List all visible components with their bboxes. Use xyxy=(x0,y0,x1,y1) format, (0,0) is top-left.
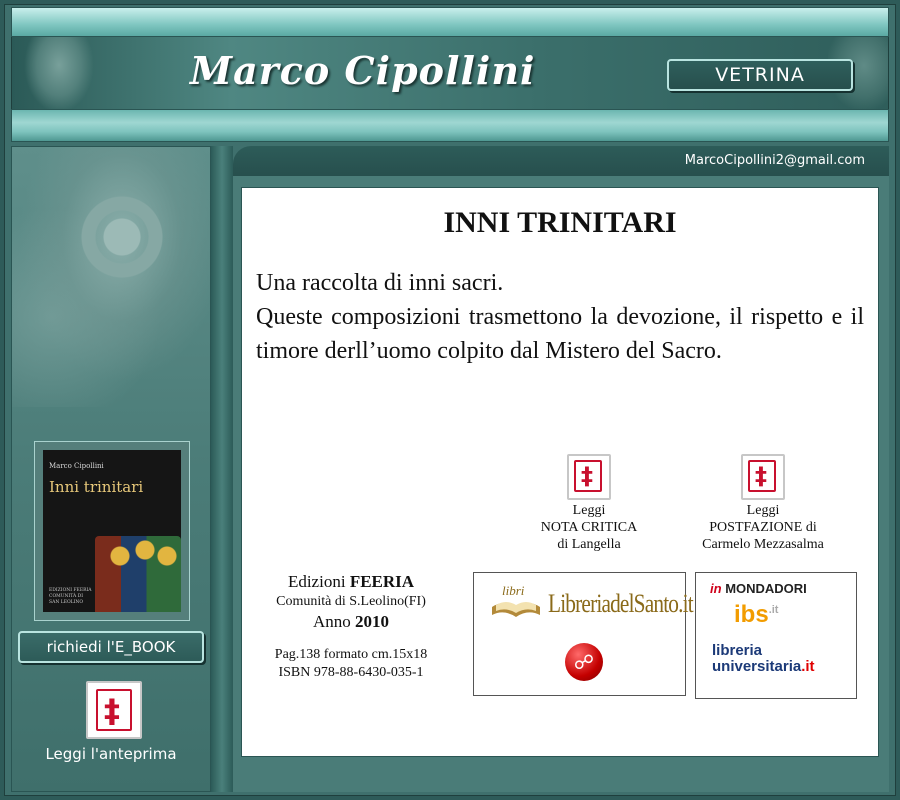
cover-author: Marco Cipollini xyxy=(49,462,104,470)
intro-line-2: Queste composizioni trasmettono la devoz… xyxy=(256,304,864,364)
publisher-prefix: Edizioni xyxy=(287,572,350,591)
libreria-del-santo-logo[interactable]: LibreriadelSanto.it xyxy=(548,589,694,619)
mondadori-logo[interactable]: in MONDADORI xyxy=(710,581,807,596)
flower-decoration xyxy=(12,147,210,407)
statue-decoration xyxy=(24,37,94,109)
postfazione-line-1: Leggi xyxy=(746,503,780,518)
nota-critica-line-1: Leggi xyxy=(572,503,606,518)
ibs-name: ibs xyxy=(734,601,769,628)
postfazione-line-3: Carmelo Mezzasalma xyxy=(702,537,824,552)
content-panel: INNI TRINITARI Una raccolta di inni sacr… xyxy=(241,187,879,757)
pdf-icon[interactable] xyxy=(567,454,611,500)
postfazione-line-2: POSTFAZIONE di xyxy=(709,520,817,535)
trinity-icon-image xyxy=(95,536,181,612)
sidebar-divider xyxy=(211,146,233,792)
intro-text: Una raccolta di inni sacri. Queste compo… xyxy=(256,266,864,368)
book-cover-frame[interactable]: Marco Cipollini Inni trinitari EDIZIONI … xyxy=(34,441,190,621)
header-top-stripe xyxy=(11,7,889,37)
header-bottom-stripe xyxy=(11,109,889,142)
ibs-suffix: .it xyxy=(768,604,779,616)
online-stores-box: in MONDADORI ibs.it libreria universitar… xyxy=(695,572,857,699)
nota-critica-link[interactable]: Leggi NOTA CRITICA di Langella xyxy=(504,454,674,553)
cover-title: Inni trinitari xyxy=(49,478,144,496)
libreria-del-santo-box[interactable]: libri LibreriadelSanto.it ☍ xyxy=(473,572,694,696)
year-prefix: Anno xyxy=(312,612,356,631)
santo-libri-label: libri xyxy=(502,583,525,598)
libreria-universitaria-line-2: universitaria xyxy=(712,658,802,675)
nota-critica-line-2: NOTA CRITICA xyxy=(540,520,638,535)
libreria-universitaria-logo[interactable]: libreria universitaria.it xyxy=(712,643,815,675)
publisher-info: Edizioni FEERIA Comunità di S.Leolino(FI… xyxy=(258,572,444,682)
page-title: INNI TRINITARI xyxy=(443,206,677,239)
mondadori-name: MONDADORI xyxy=(725,581,807,596)
mondadori-in: in xyxy=(710,581,722,596)
request-ebook-button[interactable]: richiedi l'E_BOOK xyxy=(18,631,204,663)
intro-line-1: Una raccolta di inni sacri. xyxy=(256,270,504,296)
publication-year: 2010 xyxy=(355,612,390,631)
nota-critica-line-3: di Langella xyxy=(557,537,621,552)
pdf-icon[interactable] xyxy=(86,681,142,739)
shopping-cart-icon[interactable]: ☍ xyxy=(565,643,603,681)
ibs-logo[interactable]: ibs.it xyxy=(734,601,778,629)
email-link[interactable]: MarcoCipollini2@gmail.com xyxy=(685,153,865,168)
vetrina-button[interactable]: VETRINA xyxy=(667,59,853,91)
preview-link[interactable]: Leggi l'anteprima xyxy=(18,745,204,763)
postfazione-link[interactable]: Leggi POSTFAZIONE di Carmelo Mezzasalma xyxy=(678,454,848,553)
pdf-icon[interactable] xyxy=(741,454,785,500)
libreria-universitaria-line-1: libreria xyxy=(712,642,763,659)
email-bar: MarcoCipollini2@gmail.com xyxy=(233,146,889,176)
book-isbn: ISBN 978-88-6430-035-1 xyxy=(278,665,424,680)
libreria-universitaria-it: .it xyxy=(801,658,815,675)
cover-publisher: EDIZIONI FEERIA COMUNITÀ DI SAN LEOLINO xyxy=(49,588,92,605)
book-cover[interactable]: Marco Cipollini Inni trinitari EDIZIONI … xyxy=(43,450,181,612)
site-title: Marco Cipollini xyxy=(190,48,536,93)
publisher-name: FEERIA xyxy=(349,572,415,591)
book-format: Pag.138 formato cm.15x18 xyxy=(274,647,428,662)
publisher-community: Comunità di S.Leolino(FI) xyxy=(276,594,426,609)
